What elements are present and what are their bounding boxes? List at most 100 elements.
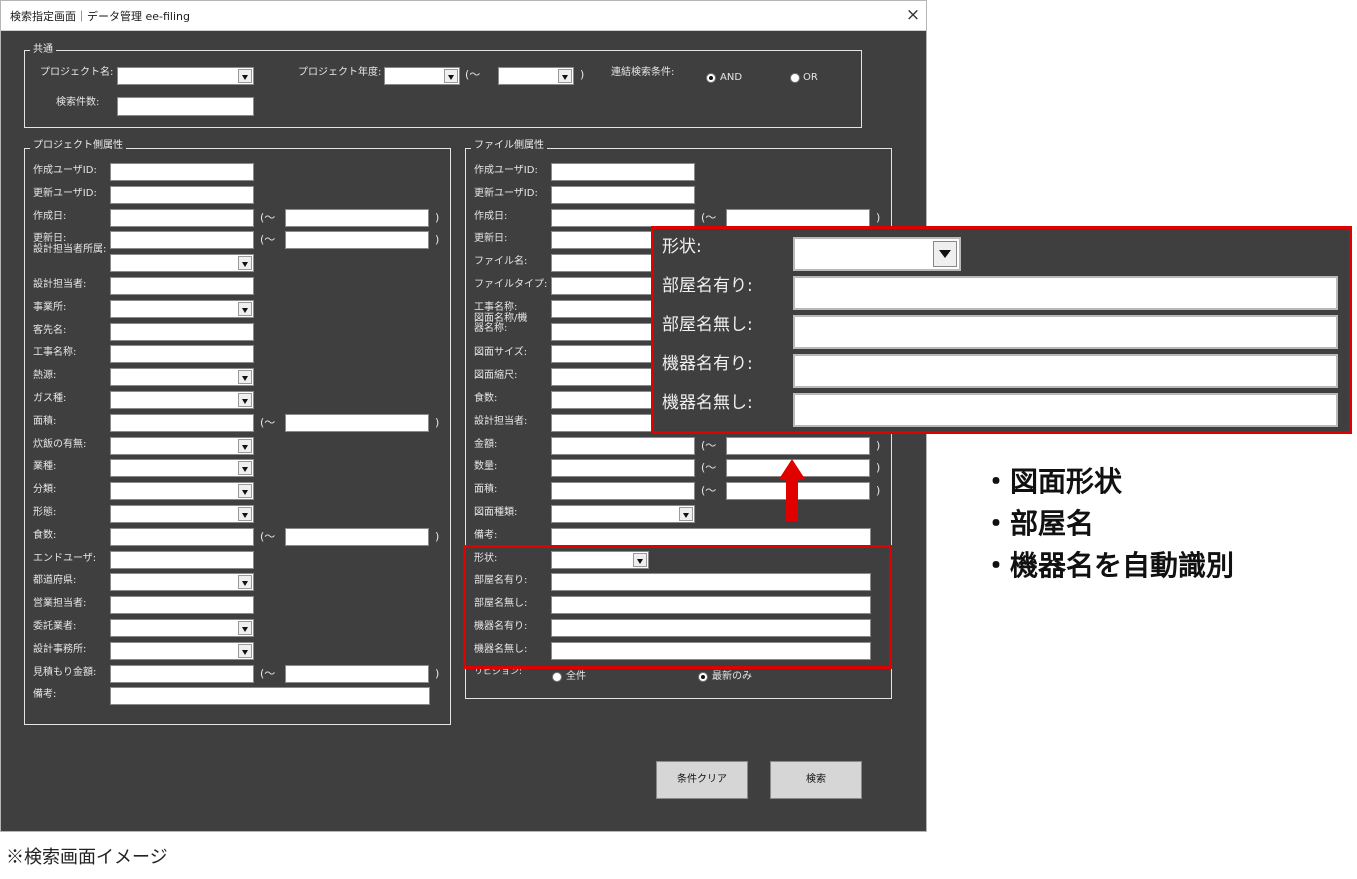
file-attr-input[interactable]: [551, 209, 695, 227]
file-attr-label: 図面サイズ:: [474, 347, 528, 358]
file-attr-label: 図面縮尺:: [474, 370, 518, 381]
search-button[interactable]: 検索: [770, 761, 862, 799]
project-attr-input[interactable]: [110, 209, 254, 227]
file-attr-label: 備考:: [474, 530, 498, 541]
search-count-input[interactable]: [117, 97, 254, 116]
revision-all-radio[interactable]: [552, 672, 562, 682]
zoom-shape-label: 形状:: [662, 237, 702, 257]
zoom-room-yes-label: 部屋名有り:: [662, 276, 753, 296]
chevron-down-icon[interactable]: [238, 302, 252, 316]
project-name-combo[interactable]: [117, 67, 254, 85]
file-attr-input[interactable]: [551, 459, 695, 477]
chevron-down-icon[interactable]: [679, 507, 693, 521]
file-attr-input[interactable]: [551, 186, 695, 204]
project-attr-label: 委託業者:: [33, 621, 77, 632]
project-attr-input[interactable]: [110, 596, 254, 614]
project-attr-combo[interactable]: [110, 391, 254, 409]
project-attr-label: エンドユーザ:: [33, 553, 97, 564]
chevron-down-icon[interactable]: [444, 69, 458, 83]
project-attr-combo[interactable]: [110, 300, 254, 318]
chevron-down-icon[interactable]: [238, 439, 252, 453]
bullet-drawing-shape: ・図面形状: [982, 465, 1123, 498]
zoom-room-no-input[interactable]: [793, 315, 1338, 349]
project-year-from-combo[interactable]: [384, 67, 460, 85]
chevron-down-icon[interactable]: [558, 69, 572, 83]
range-close: ): [435, 416, 440, 429]
file-attr-range-to-input[interactable]: [726, 209, 870, 227]
file-attr-input[interactable]: [551, 437, 695, 455]
file-attr-label: ファイルタイプ:: [474, 279, 548, 290]
file-attr-label: 作成ユーザID:: [474, 165, 538, 176]
file-attr-combo[interactable]: [551, 505, 695, 523]
project-attr-label: ガス種:: [33, 393, 67, 404]
revision-latest-radio[interactable]: [698, 672, 708, 682]
zoom-equip-no-input[interactable]: [793, 393, 1338, 427]
project-attr-input[interactable]: [110, 345, 254, 363]
project-attr-input[interactable]: [110, 414, 254, 432]
file-attr-range-to-input[interactable]: [726, 437, 870, 455]
project-attr-combo[interactable]: [110, 505, 254, 523]
project-year-label: プロジェクト年度:: [298, 67, 382, 78]
project-attr-input[interactable]: [110, 687, 430, 705]
project-attr-input[interactable]: [110, 277, 254, 295]
project-attr-label: 面積:: [33, 416, 57, 427]
clear-conditions-button[interactable]: 条件クリア: [656, 761, 748, 799]
file-attr-input[interactable]: [551, 163, 695, 181]
range-open: (～: [701, 439, 717, 452]
chevron-down-icon[interactable]: [238, 575, 252, 589]
project-year-to-combo[interactable]: [498, 67, 574, 85]
project-attr-range-to-input[interactable]: [285, 231, 429, 249]
chevron-down-icon[interactable]: [238, 621, 252, 635]
chevron-down-icon[interactable]: [238, 484, 252, 498]
project-attr-combo[interactable]: [110, 482, 254, 500]
chevron-down-icon[interactable]: [238, 69, 252, 83]
project-attr-input[interactable]: [110, 323, 254, 341]
project-attr-label: 分類:: [33, 484, 57, 495]
project-attr-combo[interactable]: [110, 254, 254, 272]
project-attr-range-to-input[interactable]: [285, 528, 429, 546]
project-attr-label: 形態:: [33, 507, 57, 518]
or-label: OR: [803, 72, 818, 83]
project-attr-combo[interactable]: [110, 573, 254, 591]
file-attr-input[interactable]: [551, 482, 695, 500]
zoom-shape-combo[interactable]: [793, 237, 961, 271]
project-attr-combo[interactable]: [110, 459, 254, 477]
project-attr-label: 見積もり金額:: [33, 667, 97, 678]
project-attr-combo[interactable]: [110, 437, 254, 455]
project-attr-combo[interactable]: [110, 368, 254, 386]
project-attr-input[interactable]: [110, 551, 254, 569]
range-open: (～: [260, 233, 276, 246]
chevron-down-icon[interactable]: [238, 370, 252, 384]
range-open: (～: [260, 530, 276, 543]
chevron-down-icon[interactable]: [238, 644, 252, 658]
project-attr-input[interactable]: [110, 231, 254, 249]
project-attr-input[interactable]: [110, 665, 254, 683]
project-attr-combo[interactable]: [110, 642, 254, 660]
highlight-box: [463, 545, 892, 669]
file-attr-input[interactable]: [551, 528, 871, 546]
chevron-down-icon[interactable]: [238, 393, 252, 407]
chevron-down-icon[interactable]: [238, 461, 252, 475]
zoom-equip-yes-input[interactable]: [793, 354, 1338, 388]
project-attr-combo[interactable]: [110, 619, 254, 637]
chevron-down-icon[interactable]: [238, 507, 252, 521]
project-attr-label: 事業所:: [33, 302, 67, 313]
chevron-down-icon[interactable]: [238, 256, 252, 270]
project-attr-label: 業種:: [33, 461, 57, 472]
file-attr-label: 食数:: [474, 393, 498, 404]
project-attr-range-to-input[interactable]: [285, 209, 429, 227]
project-attr-range-to-input[interactable]: [285, 665, 429, 683]
and-radio[interactable]: [706, 73, 716, 83]
project-attr-input[interactable]: [110, 186, 254, 204]
close-icon[interactable]: ×: [901, 3, 925, 27]
or-radio[interactable]: [790, 73, 800, 83]
project-attr-label: 更新ユーザID:: [33, 188, 97, 199]
range-open: (～: [701, 484, 717, 497]
project-attr-input[interactable]: [110, 528, 254, 546]
project-attr-input[interactable]: [110, 163, 254, 181]
project-attr-range-to-input[interactable]: [285, 414, 429, 432]
zoom-room-yes-input[interactable]: [793, 276, 1338, 310]
chevron-down-icon[interactable]: [933, 241, 957, 267]
zoom-equip-yes-label: 機器名有り:: [662, 354, 753, 374]
range-close: ): [876, 439, 881, 452]
